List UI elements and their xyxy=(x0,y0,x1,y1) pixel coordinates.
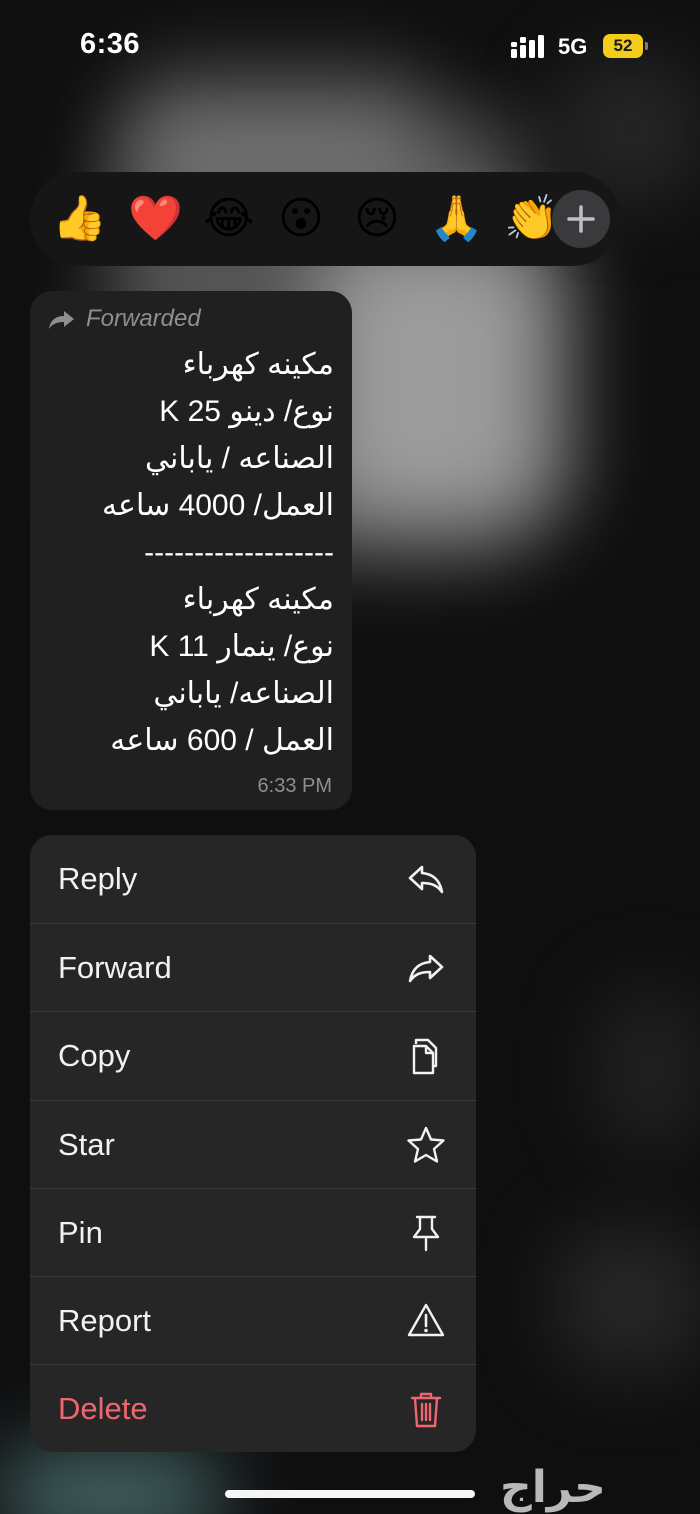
menu-item-label: Star xyxy=(58,1127,115,1162)
menu-item-forward[interactable]: Forward xyxy=(30,924,476,1012)
menu-item-label: Reply xyxy=(58,861,138,896)
copy-icon xyxy=(412,1038,438,1075)
message-line: مكينه كهرباء xyxy=(182,583,334,616)
battery-level: 52 xyxy=(613,36,633,55)
message-line: نوع/ دينو 25 K xyxy=(159,395,334,428)
reply-icon xyxy=(408,865,444,894)
battery-icon: 52 xyxy=(603,34,648,58)
menu-item-pin[interactable]: Pin xyxy=(30,1189,476,1277)
menu-item-delete[interactable]: Delete xyxy=(30,1365,476,1452)
message-line: الصناعه / ياباني xyxy=(144,442,334,475)
menu-item-copy[interactable]: Copy xyxy=(30,1012,476,1100)
menu-item-label: Forward xyxy=(58,950,172,985)
surprised-emoji[interactable]: 😮 xyxy=(278,194,324,244)
bg-blur xyxy=(0,1450,220,1514)
bg-blur xyxy=(600,990,700,1150)
laughing-emoji[interactable]: 😂 xyxy=(203,194,254,244)
message-divider-line: ------------------- xyxy=(144,536,334,569)
message-bubble[interactable]: Forwarded مكينه كهرباء نوع/ دينو 25 K ال… xyxy=(30,291,352,810)
message-line: الصناعه/ ياباني xyxy=(153,677,334,710)
forward-arrow-icon xyxy=(49,311,74,329)
message-timestamp: 6:33 PM xyxy=(257,775,332,797)
bg-blur xyxy=(560,1230,700,1370)
thumbs-up-emoji[interactable]: 👍 xyxy=(52,194,107,244)
message-text: مكينه كهرباء نوع/ دينو 25 K الصناعه / يا… xyxy=(34,341,334,764)
menu-item-label: Delete xyxy=(58,1391,148,1426)
pin-icon xyxy=(412,1215,440,1252)
menu-item-star[interactable]: Star xyxy=(30,1101,476,1189)
reaction-bar: 👍 ❤️ 😂 😮 😢 🙏 👏 xyxy=(30,172,620,266)
forward-icon xyxy=(408,954,444,983)
message-line: مكينه كهرباء xyxy=(182,348,334,381)
plus-icon xyxy=(567,205,595,233)
add-reaction-button[interactable] xyxy=(552,190,610,248)
watermark-logo: حراج xyxy=(500,1463,606,1512)
menu-item-reply[interactable]: Reply xyxy=(30,835,476,923)
menu-item-label: Report xyxy=(58,1303,152,1338)
network-type: 5G xyxy=(558,34,588,59)
menu-item-report[interactable]: Report xyxy=(30,1277,476,1365)
status-bar: 6:36 5G 52 xyxy=(0,0,700,92)
message-line: العمل/ 4000 ساعه xyxy=(101,489,334,522)
message-line: نوع/ ينمار 11 K xyxy=(149,630,334,663)
heart-emoji[interactable]: ❤️ xyxy=(128,194,183,244)
signal-icon xyxy=(511,35,544,58)
status-time: 6:36 xyxy=(80,28,141,60)
star-icon xyxy=(407,1126,445,1163)
context-menu: Reply Forward Copy Star Pin Report Delet… xyxy=(30,835,476,1452)
pray-emoji[interactable]: 🙏 xyxy=(429,194,484,244)
home-indicator[interactable] xyxy=(225,1490,475,1498)
bg-blur xyxy=(320,240,570,520)
crying-emoji[interactable]: 😢 xyxy=(354,194,400,244)
warning-icon xyxy=(407,1303,445,1337)
forwarded-label: Forwarded xyxy=(86,305,201,332)
menu-item-label: Pin xyxy=(58,1215,103,1250)
clap-emoji[interactable]: 👏 xyxy=(504,194,559,244)
menu-item-label: Copy xyxy=(58,1038,131,1073)
trash-icon xyxy=(410,1392,442,1428)
message-line: العمل / 600 ساعه xyxy=(110,724,334,757)
